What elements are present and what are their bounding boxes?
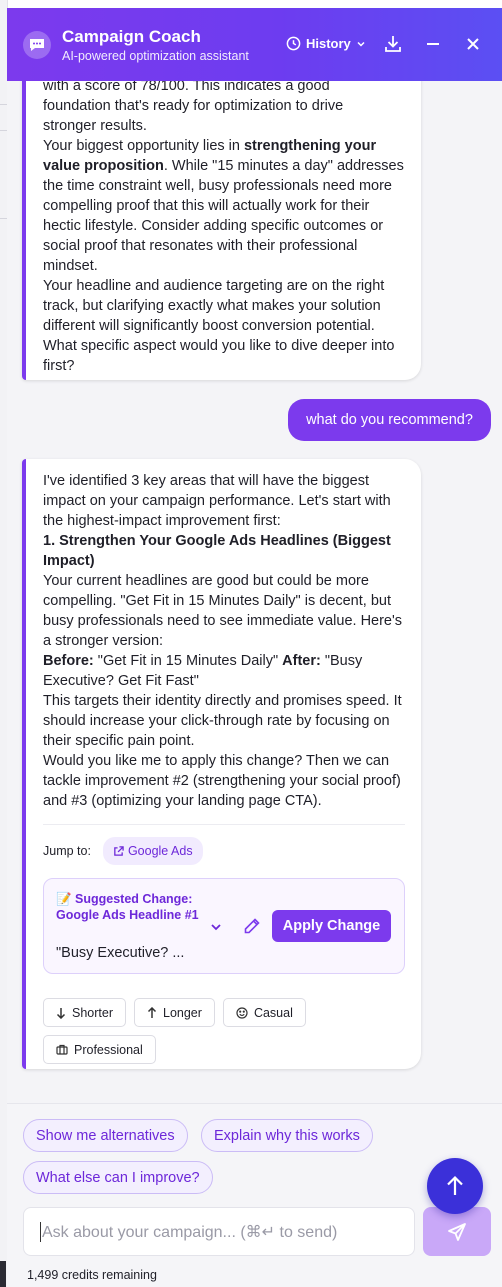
suggested-change-title: 📝 Suggested Change: Google Ads Headline … — [56, 892, 199, 922]
message-paragraph: Your biggest opportunity lies in strengt… — [43, 138, 404, 274]
chevron-down-icon — [357, 41, 365, 47]
arrow-up-icon — [447, 1175, 463, 1195]
divider — [43, 824, 405, 825]
message-paragraph: Your headline and audience targeting are… — [43, 278, 395, 374]
panel-title: Campaign Coach — [62, 27, 201, 46]
download-button[interactable] — [381, 32, 405, 56]
external-link-icon — [114, 845, 124, 856]
message-paragraph: I've identified 3 key areas that will ha… — [43, 473, 391, 529]
credits-remaining: 1,499 credits remaining — [27, 1268, 157, 1282]
send-icon — [448, 1222, 466, 1241]
message-input[interactable]: Ask about your campaign... (⌘↵ to send) — [23, 1207, 415, 1256]
input-placeholder: Ask about your campaign... (⌘↵ to send) — [42, 1223, 338, 1241]
text-caret — [40, 1221, 41, 1242]
suggested-change-preview: "Busy Executive? ... — [56, 945, 185, 961]
message-line: foundation that's ready for optimization… — [43, 98, 344, 114]
arrow-up-icon — [147, 1006, 157, 1018]
user-message: what do you recommend? — [288, 399, 491, 441]
scroll-to-top-button[interactable] — [427, 1158, 483, 1214]
assistant-message: I've identified 3 key areas that will ha… — [22, 459, 421, 1069]
before-after: Before: "Get Fit in 15 Minutes Daily" Af… — [43, 653, 363, 689]
message-list[interactable]: with a score of 78/100. This indicates a… — [7, 8, 502, 1103]
jump-to-row: Jump to: Google Ads — [43, 837, 405, 865]
tone-professional-button[interactable]: Professional — [43, 1035, 156, 1064]
message-paragraph: This targets their identity directly and… — [43, 693, 402, 749]
tone-buttons: Shorter Longer Casual Professional — [43, 998, 363, 1064]
minimize-button[interactable] — [421, 32, 445, 56]
campaign-coach-panel: with a score of 78/100. This indicates a… — [7, 8, 502, 1287]
briefcase-icon — [56, 1044, 68, 1055]
quick-reply-explain[interactable]: Explain why this works — [201, 1119, 373, 1152]
pencil-icon[interactable] — [243, 917, 261, 935]
message-line: stronger results. — [43, 118, 147, 134]
assistant-message: with a score of 78/100. This indicates a… — [22, 59, 421, 380]
tone-longer-button[interactable]: Longer — [134, 998, 215, 1027]
close-icon — [467, 38, 479, 50]
clock-icon — [286, 36, 301, 51]
close-button[interactable] — [461, 32, 485, 56]
message-heading: 1. Strengthen Your Google Ads Headlines … — [43, 533, 391, 569]
history-dropdown[interactable]: History — [286, 36, 366, 51]
arrow-down-icon — [56, 1007, 66, 1019]
minimize-icon — [427, 43, 439, 45]
suggested-change-card: 📝 Suggested Change: Google Ads Headline … — [43, 878, 405, 974]
send-button[interactable] — [423, 1207, 491, 1256]
message-paragraph: Your current headlines are good but coul… — [43, 573, 403, 649]
tone-casual-button[interactable]: Casual — [222, 998, 306, 1027]
chat-bubble-icon — [23, 31, 51, 59]
quick-reply-improve[interactable]: What else can I improve? — [23, 1161, 213, 1194]
tone-shorter-button[interactable]: Shorter — [43, 998, 126, 1027]
quick-reply-alternatives[interactable]: Show me alternatives — [23, 1119, 188, 1152]
jump-link-google-ads[interactable]: Google Ads — [102, 837, 203, 865]
apply-change-button[interactable]: Apply Change — [272, 910, 391, 942]
panel-subtitle: AI-powered optimization assistant — [62, 49, 249, 63]
chevron-down-icon[interactable] — [210, 921, 222, 933]
panel-header: Campaign Coach AI-powered optimization a… — [7, 8, 502, 81]
download-icon — [385, 36, 401, 52]
message-paragraph: Would you like me to apply this change? … — [43, 753, 401, 809]
smile-icon — [236, 1006, 248, 1019]
jump-to-label: Jump to: — [43, 844, 91, 858]
